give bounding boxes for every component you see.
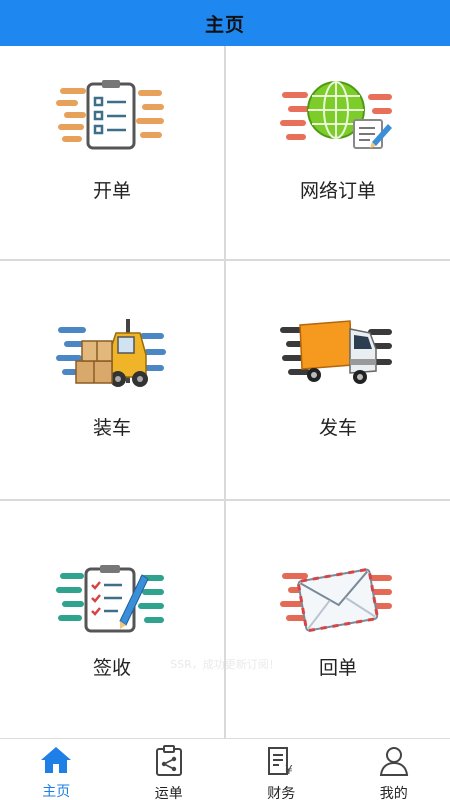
tile-label: 发车: [318, 417, 357, 439]
tile-network-order[interactable]: 网络订单: [226, 46, 450, 259]
page-title: 主页: [204, 13, 245, 36]
tab-label: 我的: [379, 786, 408, 800]
tab-waybill[interactable]: 运单: [113, 739, 226, 800]
app-header: 主页: [0, 0, 450, 46]
tile-label: 网络订单: [299, 180, 376, 202]
tile-label: 开单: [92, 180, 131, 202]
tile-return-receipt[interactable]: 回单: [226, 501, 450, 738]
bottom-tabbar: 主页 运单 ¥ 财务 我的: [0, 738, 450, 800]
globe-order-icon: [226, 76, 450, 156]
clipboard-checklist-icon: [0, 76, 224, 156]
sign-checklist-icon: [0, 559, 224, 639]
svg-text:¥: ¥: [285, 763, 293, 777]
tab-label: 主页: [42, 784, 71, 800]
toast-message: SSR，成功更新订阅！: [170, 658, 280, 671]
tab-home[interactable]: 主页: [0, 739, 113, 800]
tile-label: 装车: [92, 417, 131, 439]
tile-sign-receipt[interactable]: 签收: [0, 501, 224, 738]
menu-grid: 开单 网络订单 装车 发车 签收 回单: [0, 46, 450, 738]
home-icon: [40, 745, 72, 775]
forklift-icon: [0, 313, 224, 393]
tab-mine[interactable]: 我的: [338, 739, 450, 800]
tab-finance[interactable]: ¥ 财务: [225, 739, 338, 800]
waybill-icon: [153, 745, 185, 777]
user-icon: [378, 745, 410, 777]
tab-label: 财务: [267, 786, 296, 800]
envelope-icon: [226, 559, 450, 639]
tile-loading[interactable]: 装车: [0, 261, 224, 499]
tile-departure[interactable]: 发车: [226, 261, 450, 499]
tile-create-order[interactable]: 开单: [0, 46, 224, 259]
finance-icon: ¥: [265, 745, 297, 777]
tab-label: 运单: [154, 786, 183, 800]
truck-icon: [226, 313, 450, 393]
